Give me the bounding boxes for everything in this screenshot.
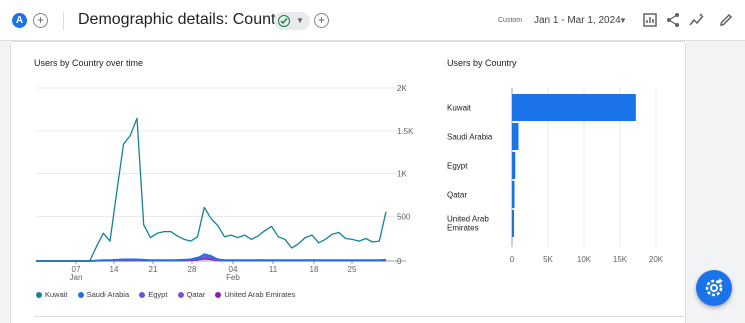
x-tick-label: 15K (613, 255, 628, 264)
x-tick-label: 10K (577, 255, 592, 264)
bar-uae[interactable] (512, 210, 514, 237)
bar-egypt[interactable] (512, 152, 516, 179)
bar-category-label: United Arab (447, 215, 489, 224)
bar-qatar[interactable] (512, 181, 515, 208)
bar-category-label: Egypt (447, 162, 468, 171)
bar-category-label: Qatar (447, 191, 467, 200)
x-tick-label: 5K (543, 255, 553, 264)
bar-category-label: Emirates (447, 224, 479, 233)
bar-category-label: Kuwait (447, 104, 472, 113)
bar-chart: 0 5K 10K 15K 20K Kuwait Saudi Arabia Egypt Qatar… (447, 88, 664, 264)
bar-kuwait[interactable] (512, 94, 636, 121)
bar-category-label: Saudi Arabia (447, 133, 493, 142)
x-tick-label: 20K (649, 255, 664, 264)
settings-icon (705, 278, 723, 297)
settings-button[interactable] (696, 270, 732, 306)
bar-saudi-arabia[interactable] (512, 123, 519, 150)
x-tick-label: 0 (510, 255, 515, 264)
